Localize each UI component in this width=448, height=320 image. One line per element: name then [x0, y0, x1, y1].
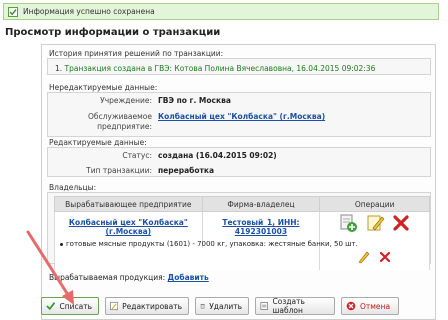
product-bullet: [60, 243, 63, 246]
history-section-label: История принятия решений по транзакции:: [49, 49, 224, 58]
checkmark-icon: [46, 302, 56, 311]
checkmark-icon: [8, 6, 18, 17]
owners-table: Вырабатывающее предприятие Фирма-владеле…: [53, 196, 430, 270]
delete-product-icon[interactable]: [378, 250, 392, 264]
edit-button-label: Редактировать: [122, 301, 182, 311]
create-template-button[interactable]: Создать шаблон: [255, 297, 335, 315]
type-label: Тип транзакции:: [86, 166, 152, 175]
edit-product-icon[interactable]: [357, 250, 371, 264]
owner-firm-link[interactable]: Тестовый_1, ИНН: 4192301003: [222, 218, 299, 236]
template-icon: [260, 302, 269, 310]
column-header-firm: Фирма-владелец: [201, 196, 321, 212]
noneditable-section-label: Нередактируемые данные:: [49, 83, 158, 92]
action-bar: Списать Редактировать Удалить Создать ша…: [41, 297, 405, 317]
institution-label: Учреждение:: [100, 96, 152, 105]
owner-enterprise-link[interactable]: Колбасный цех "Колбаска" (г.Москва): [69, 218, 188, 236]
status-value: создана (16.04.2015 09:02): [158, 151, 277, 160]
history-entry: 1. Транзакция создана в ГВЭ: Котова Поли…: [55, 64, 375, 73]
status-label: Статус:: [122, 151, 152, 160]
add-product-icon[interactable]: [338, 213, 358, 233]
cancel-icon: [346, 301, 356, 311]
history-text: Транзакция создана в ГВЭ: Котова Полина …: [64, 64, 376, 73]
column-header-operations: Операции: [319, 196, 430, 212]
edit-button[interactable]: Редактировать: [105, 297, 189, 315]
page: Информация успешно сохранена Просмотр ин…: [0, 0, 448, 320]
delete-owner-icon[interactable]: [391, 213, 411, 233]
history-number: 1.: [55, 64, 63, 73]
product-line: готовые мясные продукты (1601) - 7000 кг…: [66, 240, 358, 248]
column-header-enterprise: Вырабатывающее предприятие: [54, 196, 203, 212]
pencil-icon: [110, 301, 119, 311]
cancel-button[interactable]: Отмена: [341, 297, 399, 315]
page-title: Просмотр информации о транзакции: [5, 27, 221, 38]
delete-button[interactable]: Удалить: [195, 297, 249, 315]
institution-value: ГВЭ по г. Москва: [158, 96, 231, 105]
add-product-link[interactable]: Добавить: [168, 273, 209, 282]
editable-section-label: Редактируемые данные:: [49, 138, 147, 147]
owners-table-header: Вырабатывающее предприятие Фирма-владеле…: [54, 196, 430, 212]
create-template-button-label: Создать шаблон: [272, 297, 305, 315]
write-off-button-label: Списать: [59, 301, 92, 311]
delete-button-label: Удалить: [209, 301, 242, 311]
trash-icon: [200, 304, 205, 309]
type-value: переработка: [158, 166, 215, 175]
table-row-product: [53, 247, 430, 270]
edit-owner-icon[interactable]: [365, 213, 385, 233]
service-label-1: Обслуживаемое: [87, 112, 152, 121]
products-label: Вырабатываемая продукция:: [49, 273, 166, 282]
products-row: Вырабатываемая продукция: Добавить: [49, 273, 209, 282]
cancel-button-label: Отмена: [360, 301, 391, 311]
service-label-2: предприятие:: [97, 122, 152, 131]
notice-text: Информация успешно сохранена: [23, 7, 155, 16]
owners-section-label: Владельцы:: [49, 183, 97, 192]
success-notice: Информация успешно сохранена: [3, 3, 439, 20]
write-off-button[interactable]: Списать: [41, 297, 99, 315]
service-enterprise-link[interactable]: Колбасный цех "Колбаска" (г.Москва): [158, 112, 388, 121]
